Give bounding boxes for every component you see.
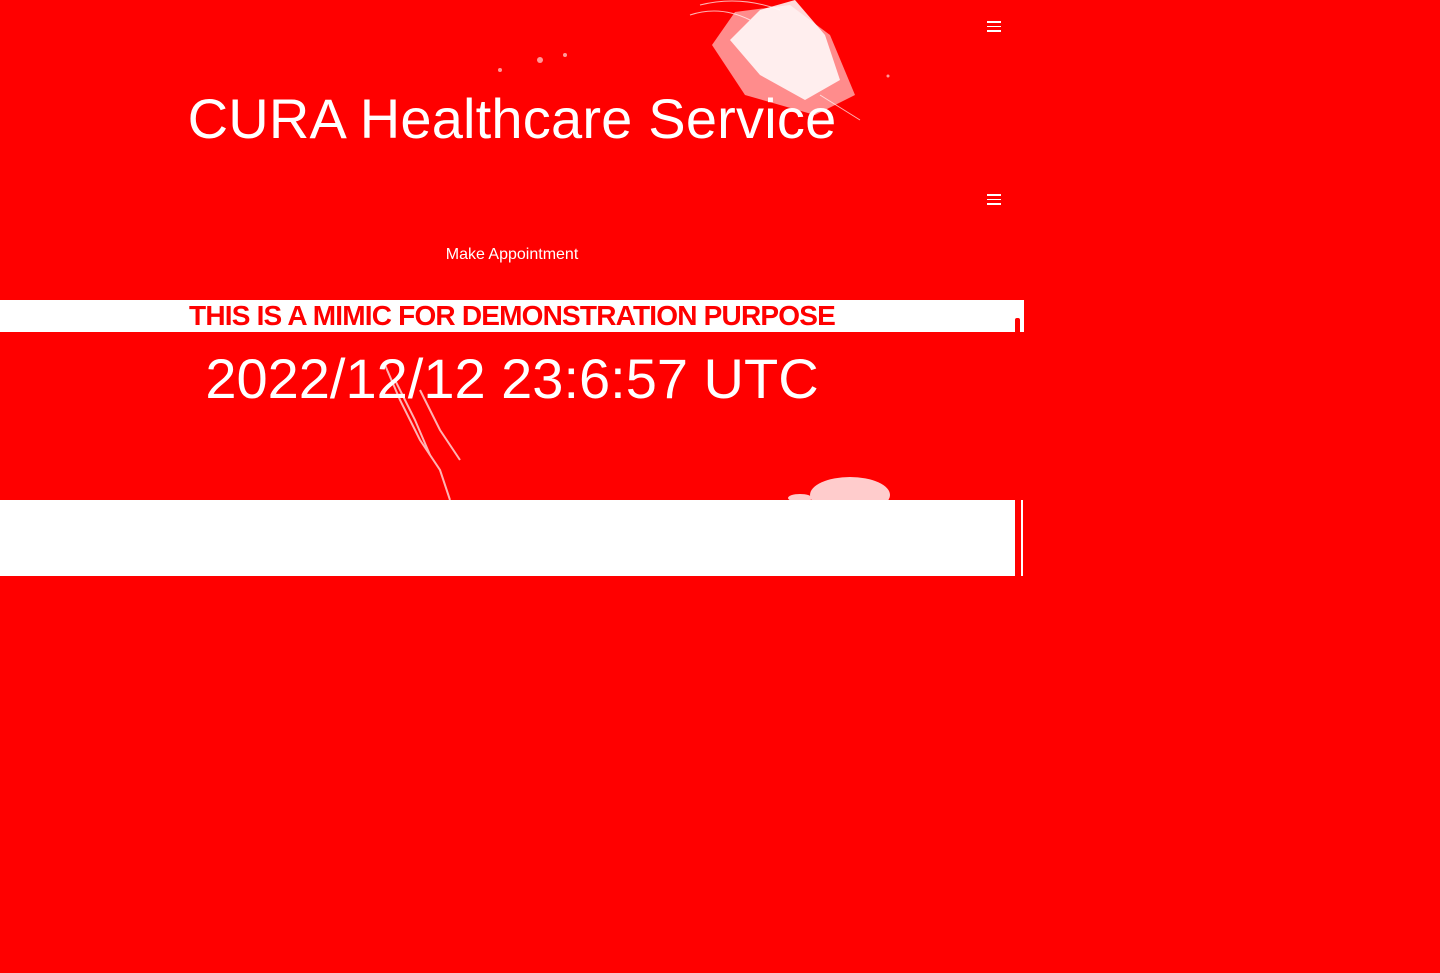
demo-banner: THIS IS A MIMIC FOR DEMONSTRATION PURPOS…: [0, 300, 1024, 332]
hero-section: CURA Healthcare Service Make Appointment…: [0, 0, 1024, 500]
page: CURA Healthcare Service Make Appointment…: [0, 0, 1440, 973]
datetime-display: 2022/12/12 23:6:57 UTC: [205, 347, 819, 410]
footer-divider: [1021, 500, 1023, 576]
page-title: CURA Healthcare Service: [187, 87, 837, 150]
footer-bar: [0, 500, 1015, 576]
appointment-container: Make Appointment: [0, 246, 1024, 264]
banner-scroll-indicator: [1015, 318, 1020, 332]
hamburger-icon: [987, 194, 1001, 196]
nav-menu-toggle-button[interactable]: [984, 191, 1004, 207]
menu-toggle-button[interactable]: [984, 18, 1004, 34]
make-appointment-button[interactable]: Make Appointment: [446, 246, 579, 263]
hamburger-icon: [987, 21, 1001, 23]
